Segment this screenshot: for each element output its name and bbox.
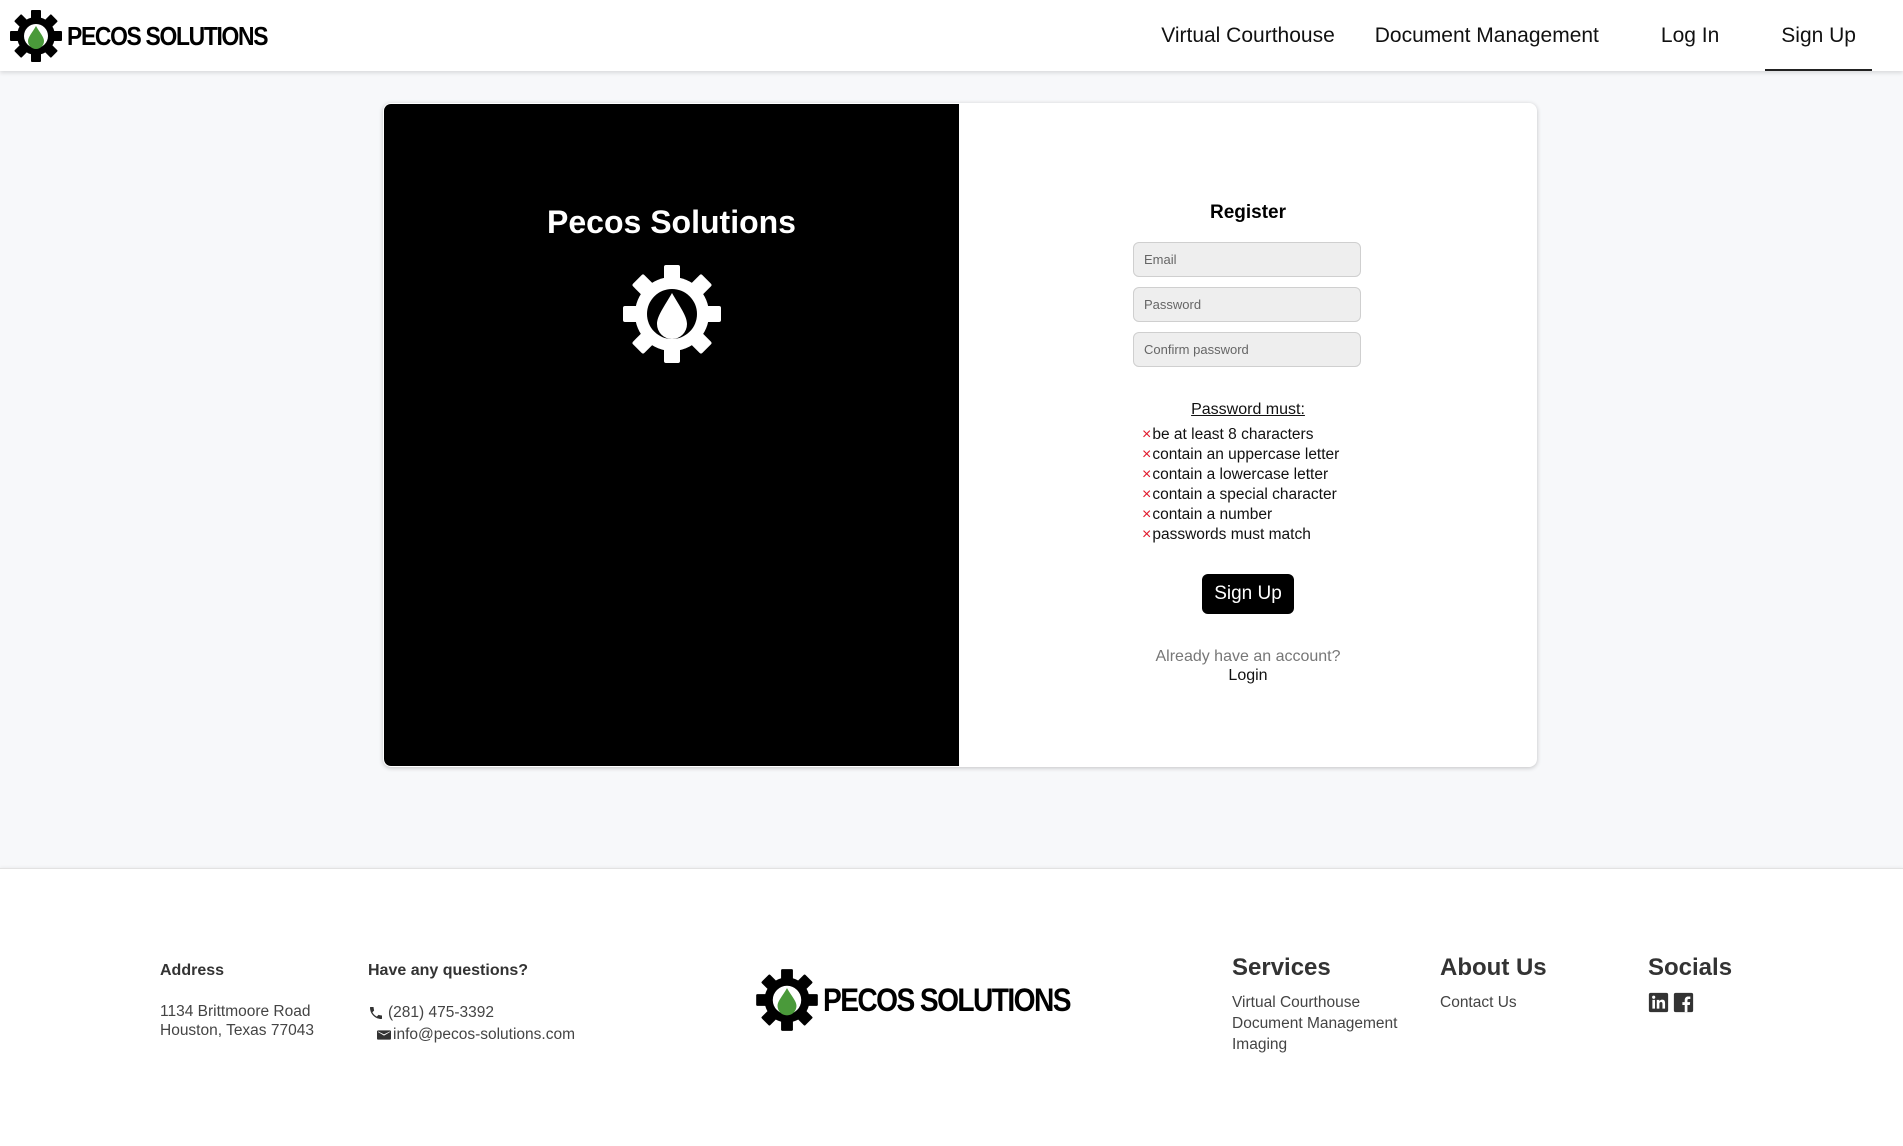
email-address[interactable]: info@pecos-solutions.com: [393, 1026, 575, 1044]
confirm-password-field[interactable]: [1133, 332, 1361, 367]
brand-name: PECOS SOLUTIONS: [67, 20, 268, 51]
rule-text: contain a number: [1152, 506, 1273, 523]
phone-row: (281) 475-3392: [368, 1002, 575, 1023]
rule-fail-icon: ×: [1142, 486, 1152, 503]
login-link[interactable]: Login: [959, 667, 1537, 685]
rule-fail-icon: ×: [1142, 466, 1152, 483]
address-line: 1134 Brittmoore Road: [160, 1003, 311, 1020]
footer-link-imaging[interactable]: Imaging: [1232, 1034, 1397, 1055]
socials-heading: Socials: [1648, 954, 1733, 981]
about-heading: About Us: [1440, 954, 1547, 981]
nav-document-management[interactable]: Document Management: [1359, 0, 1615, 69]
phone-icon: [370, 1006, 382, 1019]
linkedin-icon[interactable]: [1648, 992, 1669, 1013]
gear-drop-icon: [623, 265, 721, 363]
rule-text: be at least 8 characters: [1152, 426, 1314, 443]
main-nav: Virtual Courthouse Document Management L…: [1137, 0, 1872, 71]
rule-text: contain an uppercase letter: [1152, 446, 1340, 463]
phone-number[interactable]: (281) 475-3392: [388, 1004, 494, 1022]
footer-link-contact-us[interactable]: Contact Us: [1440, 992, 1547, 1013]
brand-logo[interactable]: PECOS SOLUTIONS: [9, 9, 294, 63]
address-line: Houston, Texas 77043: [160, 1022, 314, 1039]
footer-socials: Socials: [1648, 954, 1732, 1013]
nav-log-in[interactable]: Log In: [1645, 0, 1735, 69]
gear-drop-icon: [756, 969, 818, 1031]
footer-questions: Have any questions? (281) 475-3392 info@…: [368, 962, 575, 1045]
email-field[interactable]: [1133, 242, 1361, 277]
password-rule: ×contain a number: [1142, 505, 1339, 525]
password-rule: ×passwords must match: [1142, 525, 1339, 545]
rule-fail-icon: ×: [1142, 506, 1152, 523]
register-card: Pecos Solutions Register Email Password …: [383, 103, 1537, 767]
gear-drop-icon: [10, 10, 62, 62]
site-footer: Address 1134 Brittmoore Road Houston, Te…: [0, 868, 1903, 1146]
footer-link-document-management[interactable]: Document Management: [1232, 1013, 1397, 1034]
password-rules-list: ×be at least 8 characters ×contain an up…: [1142, 425, 1339, 545]
rule-text: contain a special character: [1152, 486, 1337, 503]
social-icons: [1648, 992, 1732, 1013]
footer-brand-logo[interactable]: PECOS SOLUTIONS: [755, 968, 1104, 1032]
password-rule: ×contain a special character: [1142, 485, 1339, 505]
password-field[interactable]: [1133, 287, 1361, 322]
footer-brand-name: PECOS SOLUTIONS: [823, 981, 1072, 1018]
rule-fail-icon: ×: [1142, 526, 1152, 543]
password-rules-title: Password must:: [1191, 401, 1305, 418]
footer-about: About Us Contact Us: [1440, 954, 1547, 1013]
sign-up-button[interactable]: Sign Up: [1202, 574, 1294, 614]
nav-sign-up[interactable]: Sign Up: [1765, 0, 1872, 71]
brand-panel-title: Pecos Solutions: [547, 204, 796, 240]
already-have-account-text: Already have an account?: [1155, 648, 1341, 665]
footer-services: Services Virtual Courthouse Document Man…: [1232, 954, 1397, 1055]
facebook-icon[interactable]: [1673, 992, 1694, 1013]
footer-link-virtual-courthouse[interactable]: Virtual Courthouse: [1232, 992, 1397, 1013]
email-row: info@pecos-solutions.com: [368, 1024, 575, 1045]
brand-panel: Pecos Solutions: [384, 104, 959, 766]
mail-icon: [377, 1029, 391, 1040]
password-rule: ×contain a lowercase letter: [1142, 465, 1339, 485]
rule-text: passwords must match: [1152, 526, 1311, 543]
rule-fail-icon: ×: [1142, 426, 1152, 443]
register-title: Register: [1209, 202, 1287, 223]
services-heading: Services: [1232, 954, 1331, 981]
nav-virtual-courthouse[interactable]: Virtual Courthouse: [1145, 0, 1351, 69]
questions-heading: Have any questions?: [368, 962, 529, 979]
rule-text: contain a lowercase letter: [1152, 466, 1329, 483]
password-rule: ×be at least 8 characters: [1142, 425, 1339, 445]
register-form: Register Password must: ×be at least 8 c…: [959, 103, 1537, 767]
password-rule: ×contain an uppercase letter: [1142, 445, 1339, 465]
address-heading: Address: [160, 962, 225, 979]
footer-address: Address 1134 Brittmoore Road Houston, Te…: [160, 962, 314, 1040]
rule-fail-icon: ×: [1142, 446, 1152, 463]
top-navbar: PECOS SOLUTIONS Virtual Courthouse Docum…: [0, 0, 1903, 71]
